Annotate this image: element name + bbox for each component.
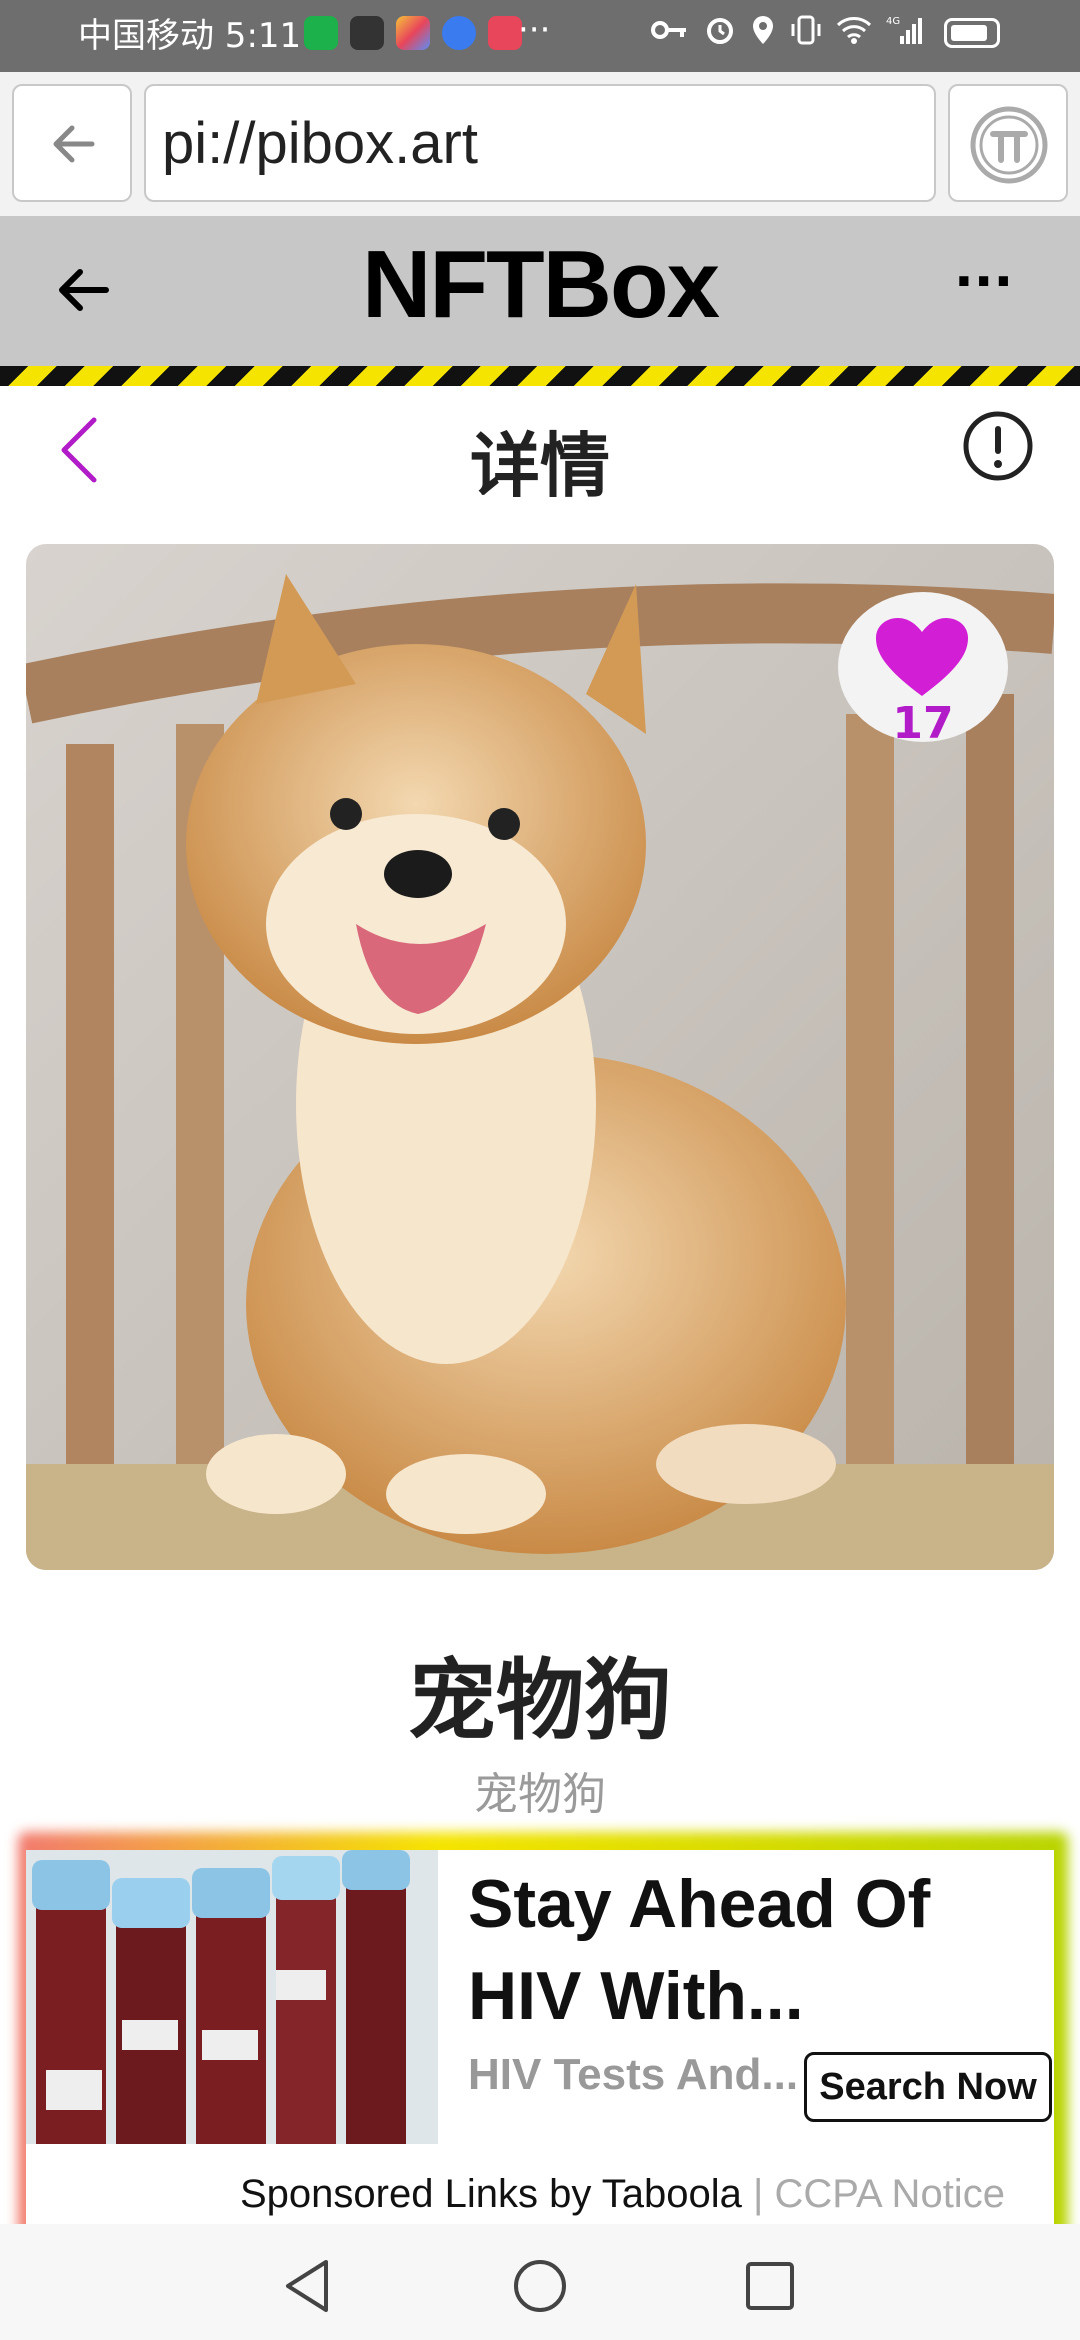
carrier-time: 中国移动 5:11 bbox=[78, 16, 302, 56]
alarm-icon bbox=[707, 18, 733, 44]
heart-icon bbox=[876, 618, 968, 696]
app-header: NFTBox ··· bbox=[0, 216, 1080, 366]
nav-back-icon[interactable] bbox=[282, 2258, 334, 2314]
nft-subtitle: 宠物狗 bbox=[474, 1769, 606, 1820]
browser-back-button[interactable] bbox=[12, 84, 132, 202]
status-bar: 中国移动 5:11 ··· 4G bbox=[0, 0, 1080, 72]
nav-home-icon[interactable] bbox=[512, 2258, 568, 2314]
vibrate-icon bbox=[791, 15, 821, 45]
url-field[interactable]: pi://pibox.art bbox=[144, 84, 936, 202]
like-button[interactable]: 17 bbox=[838, 592, 1008, 749]
ad-footer: Sponsored Links by Taboola | CCPA Notice bbox=[240, 2172, 1005, 2217]
huawei-mail-icon bbox=[488, 16, 522, 50]
svg-text:4G: 4G bbox=[886, 16, 900, 27]
test-tubes-illustration bbox=[26, 1850, 438, 2144]
ccpa-link[interactable]: CCPA Notice bbox=[774, 2172, 1004, 2216]
separator: | bbox=[752, 2172, 764, 2216]
nav-recents-icon[interactable] bbox=[744, 2260, 796, 2312]
back-arrow-icon bbox=[53, 125, 95, 163]
nft-name: 宠物狗 bbox=[407, 1649, 672, 1752]
store-icon bbox=[396, 16, 430, 50]
browser-toolbar: pi://pibox.art bbox=[0, 72, 1080, 217]
signal-icon: 4G bbox=[886, 16, 922, 44]
url-text: pi://pibox.art bbox=[162, 111, 478, 176]
ad-search-button[interactable]: Search Now bbox=[804, 2052, 1052, 2122]
ad-subtitle: HIV Tests And... bbox=[468, 2050, 799, 2099]
more-notifications-icon: ··· bbox=[518, 10, 551, 50]
huawei-app-icon bbox=[350, 16, 384, 50]
sponsor-link[interactable]: Sponsored Links by Taboola bbox=[240, 2172, 742, 2216]
notification-icons bbox=[304, 16, 522, 50]
pi-wallet-button[interactable] bbox=[948, 84, 1068, 202]
sponsored-ad[interactable]: Stay Ahead Of HIV With... HIV Tests And.… bbox=[26, 1850, 1054, 2250]
page-title: 详情 bbox=[470, 425, 610, 507]
hazard-stripe bbox=[0, 366, 1080, 386]
more-icon[interactable]: ··· bbox=[954, 252, 1013, 312]
app-brand-title: NFTBox bbox=[362, 231, 720, 338]
pi-logo-icon bbox=[970, 106, 1048, 184]
like-count: 17 bbox=[892, 698, 954, 749]
ad-title[interactable]: Stay Ahead Of HIV With... bbox=[468, 1858, 1038, 2042]
location-icon bbox=[753, 16, 773, 44]
browser-icon bbox=[442, 16, 476, 50]
battery-icon bbox=[944, 18, 1000, 48]
wifi-icon bbox=[836, 17, 872, 44]
key-icon bbox=[651, 21, 686, 39]
ad-image[interactable] bbox=[26, 1850, 438, 2144]
system-nav-bar bbox=[0, 2224, 1080, 2340]
system-icons: 4G bbox=[650, 14, 926, 46]
wechat-icon bbox=[304, 16, 338, 50]
info-icon[interactable] bbox=[960, 408, 1036, 484]
